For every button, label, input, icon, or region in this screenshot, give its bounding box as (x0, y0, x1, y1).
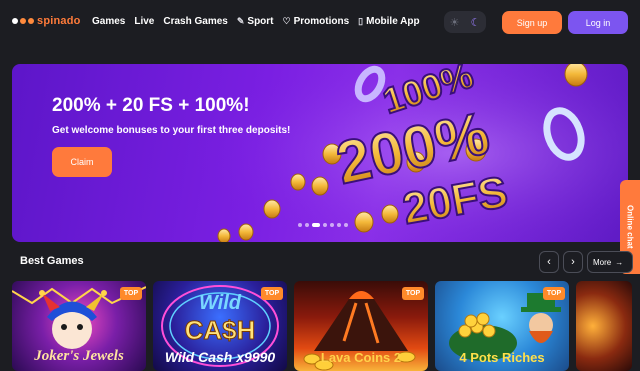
slider-dot[interactable] (337, 223, 341, 227)
chevron-left-icon: ‹ (547, 256, 551, 268)
nav-item-crash-games[interactable]: Crash Games (163, 16, 227, 27)
more-label: More (593, 257, 612, 267)
online-chat-label: Online chat (625, 205, 635, 249)
top-badge: TOP (402, 287, 424, 300)
banner-artwork: 100% 200% 20FS (192, 64, 628, 242)
banner-subtitle: Get welcome bonuses to your first three … (52, 125, 291, 136)
game-card-4-pots-riches[interactable]: TOP 4 Pots Riches (435, 281, 569, 371)
slider-dot-active[interactable] (312, 223, 320, 227)
game-card-jokers-jewels[interactable]: TOP Joker's Jewels (12, 281, 146, 371)
signup-button[interactable]: Sign up (502, 11, 562, 34)
nav-label: Games (92, 16, 126, 27)
moon-icon: ☾ (470, 16, 481, 29)
game-card-wild-cash[interactable]: Wild CA$H TOP Wild Cash x9990 (153, 281, 287, 371)
banner-title: 200% + 20 FS + 100%! (52, 95, 250, 116)
next-arrow-button[interactable]: › (563, 251, 583, 273)
slider-dot[interactable] (330, 223, 334, 227)
banner-pagination (298, 223, 348, 227)
more-button[interactable]: More → (587, 251, 633, 273)
theme-toggle[interactable]: ☀ ☾ (444, 11, 486, 33)
nav-label: Promotions (293, 16, 350, 27)
game-card-lava-coins-2[interactable]: TOP Lava Coins 2 (294, 281, 428, 371)
logo-mark-icon (12, 18, 34, 24)
promo-banner[interactable]: 100% 200% 20FS 200% + 20 FS + 100%! Get … (12, 64, 628, 242)
login-button[interactable]: Log in (568, 11, 628, 34)
sport-icon: ✎ (236, 16, 245, 26)
game-title: 4 Pots Riches (459, 350, 545, 365)
phone-icon: ▯ (358, 16, 364, 26)
slider-dot[interactable] (323, 223, 327, 227)
chevron-right-icon: › (571, 256, 575, 268)
nav-item-games[interactable]: Games (92, 16, 125, 27)
logo-text: spinado (37, 15, 81, 27)
slider-dot[interactable] (298, 223, 302, 227)
nav-label: Live (134, 16, 155, 27)
nav-label: Mobile App (366, 16, 420, 27)
nav-label: Crash Games (163, 16, 228, 27)
top-badge: TOP (543, 287, 565, 300)
game-title: Wild Cash x9990 (164, 349, 276, 365)
svg-text:CA$H: CA$H (185, 315, 256, 345)
slider-dot[interactable] (305, 223, 309, 227)
game-title: Joker's Jewels (34, 348, 124, 364)
prev-arrow-button[interactable]: ‹ (539, 251, 559, 273)
arrow-right-icon: → (615, 257, 624, 267)
main-nav: Games Live Crash Games ✎ Sport ♡ Promoti… (92, 16, 420, 27)
logo[interactable]: spinado (12, 15, 81, 27)
nav-label: Sport (247, 16, 274, 27)
claim-button[interactable]: Claim (52, 147, 112, 177)
nav-item-live[interactable]: Live (134, 16, 154, 27)
top-badge: TOP (261, 287, 283, 300)
heart-icon: ♡ (282, 16, 291, 26)
games-carousel: TOP Joker's Jewels Wild CA$H TOP Wild Ca… (12, 281, 640, 371)
top-header: spinado Games Live Crash Games ✎ Sport ♡… (0, 0, 640, 46)
top-badge: TOP (120, 287, 142, 300)
best-games-title: Best Games (20, 255, 84, 267)
sun-icon: ☀ (449, 16, 460, 29)
game-title: Lava Coins 2 (320, 350, 402, 365)
svg-text:Wild: Wild (199, 292, 242, 314)
nav-item-mobile-app[interactable]: ▯ Mobile App (358, 16, 419, 27)
slider-dot[interactable] (344, 223, 348, 227)
nav-item-promotions[interactable]: ♡ Promotions (283, 16, 350, 27)
game-card-partial[interactable] (576, 281, 632, 371)
nav-item-sport[interactable]: ✎ Sport (237, 16, 274, 27)
